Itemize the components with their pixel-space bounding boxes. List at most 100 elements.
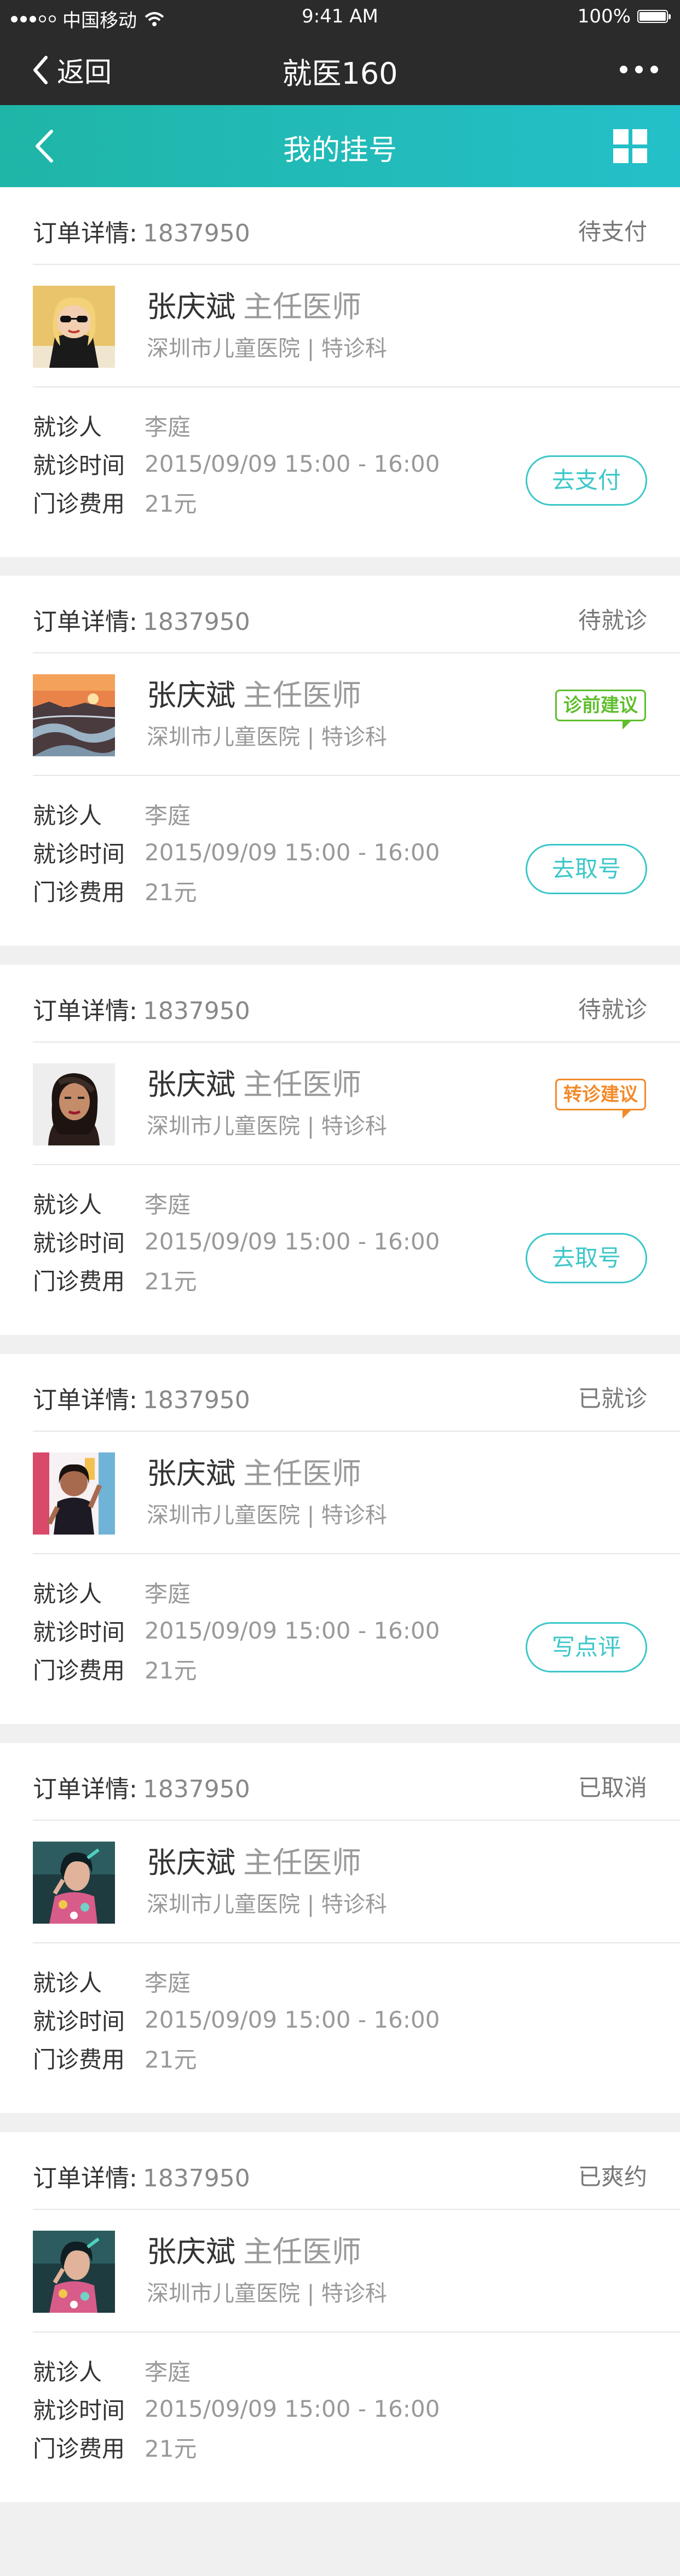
order-status: 待支付 xyxy=(578,218,647,245)
order-detail: 订单详情: 1837950 xyxy=(33,991,250,1026)
order-label: 订单详情: xyxy=(33,997,137,1025)
divider xyxy=(33,2209,680,2210)
doctor-info: 张庆斌 主任医师 xyxy=(147,1838,361,1882)
order-number: 1837950 xyxy=(142,997,250,1025)
patient-label: 就诊人 xyxy=(33,1580,102,1607)
order-card-3: 订单详情: 1837950 待就诊 张庆斌 主任医师 深圳市儿童医院 | 特诊科 就… xyxy=(0,965,680,1335)
divider xyxy=(33,1041,680,1043)
visit-details: 就诊人 李庭 就诊时间 2015/09/09 15:00 - 16:00 门诊费用 2… xyxy=(33,795,440,910)
time-value: 2015/09/09 15:00 - 16:00 xyxy=(145,2395,440,2422)
order-label: 订单详情: xyxy=(33,1775,137,1803)
doctor-title: 主任医师 xyxy=(243,2235,361,2269)
time-label: 就诊时间 xyxy=(33,1618,125,1646)
time-label: 就诊时间 xyxy=(33,451,125,479)
doctor-name: 张庆斌 xyxy=(147,1067,235,1102)
order-detail: 订单详情: 1837950 xyxy=(33,1769,250,1804)
doctor-title: 主任医师 xyxy=(243,1456,361,1491)
more-menu-button[interactable] xyxy=(620,66,658,73)
order-card-4: 订单详情: 1837950 已就诊 张庆斌 主任医师 深圳市儿童医院 | 特诊科 就… xyxy=(0,1354,680,1724)
order-detail: 订单详情: 1837950 xyxy=(33,213,250,248)
hospital-department: 深圳市儿童医院 | 特诊科 xyxy=(147,1503,387,1528)
order-card-5: 订单详情: 1837950 已取消 张庆斌 主任医师 深圳市儿童医院 | 特诊科 就… xyxy=(0,1743,680,2113)
patient-label: 就诊人 xyxy=(33,413,102,441)
order-status: 待就诊 xyxy=(578,607,647,634)
doctor-name: 张庆斌 xyxy=(147,1845,235,1880)
divider xyxy=(33,1431,680,1432)
patient-value: 李庭 xyxy=(145,413,191,441)
fee-value: 21元 xyxy=(145,1657,197,1684)
patient-label: 就诊人 xyxy=(33,1191,102,1218)
divider xyxy=(33,264,680,265)
app-navbar: 返回 就医160 xyxy=(0,35,680,105)
grid-menu-icon[interactable] xyxy=(613,129,647,163)
order-action-button[interactable]: 去取号 xyxy=(526,844,647,894)
doctor-avatar xyxy=(33,286,115,368)
battery-label: 100% xyxy=(577,5,631,27)
order-number: 1837950 xyxy=(142,1386,250,1414)
patient-value: 李庭 xyxy=(145,1580,191,1607)
doctor-avatar xyxy=(33,1842,115,1924)
visit-details: 就诊人 李庭 就诊时间 2015/09/09 15:00 - 16:00 门诊费用 2… xyxy=(33,1573,440,1688)
battery-icon xyxy=(637,10,671,23)
time-value: 2015/09/09 15:00 - 16:00 xyxy=(145,838,440,866)
order-action-button[interactable]: 去取号 xyxy=(526,1233,647,1283)
visit-details: 就诊人 李庭 就诊时间 2015/09/09 15:00 - 16:00 门诊费用 2… xyxy=(33,1962,440,2077)
time-value: 2015/09/09 15:00 - 16:00 xyxy=(145,1228,440,1255)
doctor-info: 张庆斌 主任医师 xyxy=(147,2227,361,2271)
hospital-department: 深圳市儿童医院 | 特诊科 xyxy=(147,1114,387,1139)
patient-value: 李庭 xyxy=(145,2358,191,2386)
order-detail: 订单详情: 1837950 xyxy=(33,1380,250,1415)
doctor-info: 张庆斌 主任医师 xyxy=(147,671,361,714)
time-label: 就诊时间 xyxy=(33,840,125,867)
time-value: 2015/09/09 15:00 - 16:00 xyxy=(145,1617,440,1644)
time-label: 就诊时间 xyxy=(33,1229,125,1257)
order-status: 已就诊 xyxy=(578,1385,647,1412)
visit-details: 就诊人 李庭 就诊时间 2015/09/09 15:00 - 16:00 门诊费用 2… xyxy=(33,1184,440,1299)
order-label: 订单详情: xyxy=(33,219,137,247)
order-card-6: 订单详情: 1837950 已爽约 张庆斌 主任医师 深圳市儿童医院 | 特诊科 就… xyxy=(0,2132,680,2502)
patient-label: 就诊人 xyxy=(33,2358,102,2386)
fee-value: 21元 xyxy=(145,2046,197,2073)
patient-value: 李庭 xyxy=(145,1191,191,1218)
fee-label: 门诊费用 xyxy=(33,490,125,517)
divider xyxy=(33,775,680,776)
doctor-title: 主任医师 xyxy=(243,678,361,713)
doctor-avatar xyxy=(33,1452,115,1535)
app-title: 就医160 xyxy=(282,56,398,91)
divider xyxy=(33,386,680,387)
divider xyxy=(33,1553,680,1554)
doctor-avatar xyxy=(33,2231,115,2313)
status-bar: 中国移动 9:41 AM 100% xyxy=(0,0,680,35)
fee-label: 门诊费用 xyxy=(33,2435,125,2462)
fee-label: 门诊费用 xyxy=(33,2046,125,2073)
patient-label: 就诊人 xyxy=(33,802,102,829)
hospital-department: 深圳市儿童医院 | 特诊科 xyxy=(147,1892,387,1917)
order-action-button[interactable]: 写点评 xyxy=(526,1622,647,1672)
order-detail: 订单详情: 1837950 xyxy=(33,2158,250,2193)
fee-value: 21元 xyxy=(145,2435,197,2462)
hospital-department: 深圳市儿童医院 | 特诊科 xyxy=(147,2281,387,2306)
doctor-info: 张庆斌 主任医师 xyxy=(147,282,361,326)
fee-value: 21元 xyxy=(145,490,197,517)
battery-group: 100% xyxy=(577,5,671,27)
doctor-title: 主任医师 xyxy=(243,1067,361,1102)
more-dot-icon xyxy=(620,66,627,73)
divider xyxy=(33,2331,680,2332)
advice-tag[interactable]: 转诊建议 xyxy=(555,1079,646,1119)
order-action-button[interactable]: 去支付 xyxy=(526,455,647,506)
advice-tag[interactable]: 诊前建议 xyxy=(555,690,646,730)
time-value: 2015/09/09 15:00 - 16:00 xyxy=(145,2006,440,2033)
time-label: 就诊时间 xyxy=(33,2007,125,2035)
order-detail: 订单详情: 1837950 xyxy=(33,602,250,637)
order-label: 订单详情: xyxy=(33,2164,137,2192)
patient-label: 就诊人 xyxy=(33,1969,102,1996)
page-header: 我的挂号 xyxy=(0,105,680,187)
divider xyxy=(33,1164,680,1165)
fee-value: 21元 xyxy=(145,878,197,906)
patient-value: 李庭 xyxy=(145,1969,191,1996)
doctor-title: 主任医师 xyxy=(243,290,361,324)
doctor-name: 张庆斌 xyxy=(147,678,235,713)
order-status: 待就诊 xyxy=(578,996,647,1023)
doctor-name: 张庆斌 xyxy=(147,2235,235,2269)
doctor-info: 张庆斌 主任医师 xyxy=(147,1060,361,1103)
